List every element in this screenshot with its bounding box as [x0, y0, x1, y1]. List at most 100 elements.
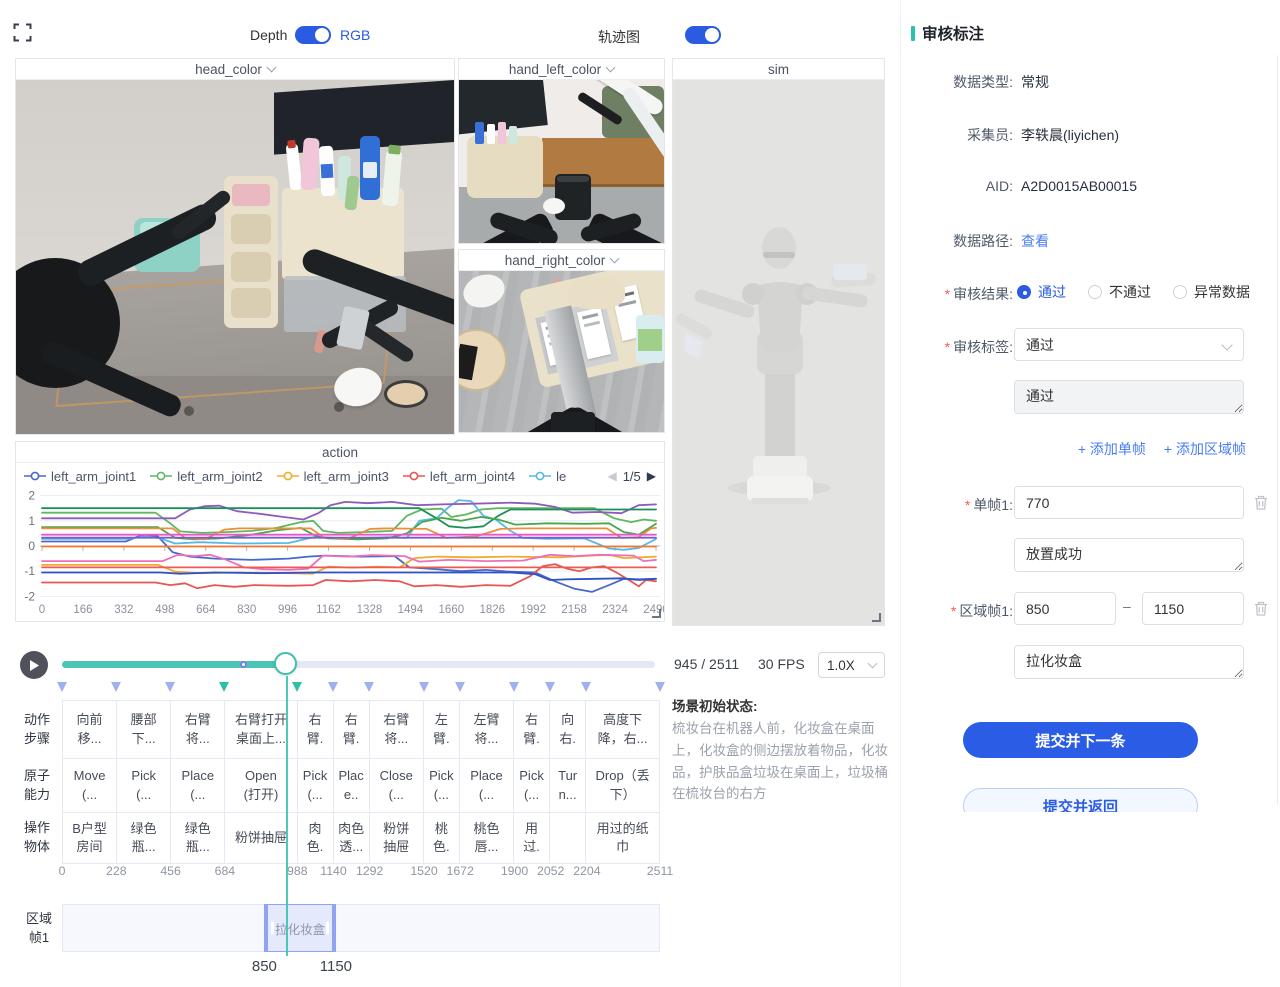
step-cell[interactable]: 高度下 降，右...: [586, 701, 659, 758]
step-cell[interactable]: 用过的纸 巾: [586, 813, 659, 863]
play-button[interactable]: [20, 651, 48, 679]
step-cell[interactable]: Drop（丢 下）: [586, 759, 659, 812]
step-cell[interactable]: 肉 色.: [298, 813, 334, 863]
region-frame-row-label: 区域 帧1: [16, 904, 62, 952]
legend-item[interactable]: left_arm_joint3: [277, 469, 389, 484]
region-end-input[interactable]: [1142, 592, 1244, 625]
region-frame-bar[interactable]: 拉化妆盒: [62, 904, 660, 952]
data-type-value: 常规: [1021, 72, 1049, 92]
step-cell[interactable]: 右 臂.: [298, 701, 334, 758]
review-result-option[interactable]: 不通过: [1088, 282, 1151, 302]
step-cell[interactable]: 粉饼 抽屉: [370, 813, 424, 863]
hand-right-title: hand_right_color: [505, 253, 606, 268]
step-cell[interactable]: Move (...: [63, 759, 117, 812]
step-cell[interactable]: 右臂 将...: [171, 701, 225, 758]
timeline-marker[interactable]: [364, 682, 374, 692]
timeline-marker[interactable]: [545, 682, 555, 692]
single-frame-note[interactable]: 放置成功: [1014, 538, 1244, 572]
submit-back-button[interactable]: 提交并返回: [963, 788, 1198, 812]
progress-handle[interactable]: [274, 652, 297, 675]
step-cell[interactable]: Close (...: [370, 759, 424, 812]
cream-scoop: [567, 277, 625, 309]
review-tag-note[interactable]: 通过: [1014, 380, 1244, 414]
legend-item[interactable]: left_arm_joint1: [24, 469, 136, 484]
add-single-frame-link[interactable]: + 添加单帧: [1078, 439, 1146, 459]
timeline-marker[interactable]: [581, 682, 591, 692]
region-frame-note[interactable]: 拉化妆盒: [1014, 645, 1244, 679]
progress-track[interactable]: [62, 661, 655, 668]
submit-next-button[interactable]: 提交并下一条: [963, 722, 1198, 758]
step-cell[interactable]: 肉色 透...: [334, 813, 370, 863]
data-path-view-link[interactable]: 查看: [1021, 231, 1049, 251]
legend-prev-icon[interactable]: ◀: [607, 469, 616, 483]
review-result-label-text: 审核结果:: [953, 286, 1013, 302]
legend-label: left_arm_joint2: [177, 469, 262, 484]
step-cell[interactable]: Pick (...: [424, 759, 460, 812]
legend-item[interactable]: left_arm_joint2: [150, 469, 262, 484]
step-cell[interactable]: 向 右.: [550, 701, 586, 758]
resize-handle[interactable]: [652, 609, 661, 618]
timeline-marker[interactable]: [655, 682, 665, 692]
add-region-frame-link[interactable]: + 添加区域帧: [1164, 439, 1246, 459]
legend-item[interactable]: left_arm_joint4: [403, 469, 515, 484]
region-segment-handle-right[interactable]: [326, 922, 329, 935]
step-cell[interactable]: [550, 813, 586, 863]
timeline-section: 945 / 2511 30 FPS 1.0X 动作 步骤 原子 能力 操作 物体…: [0, 640, 900, 987]
review-result-option[interactable]: 通过: [1017, 282, 1066, 302]
timeline-marker[interactable]: [165, 682, 175, 692]
step-cell[interactable]: Pick (...: [514, 759, 550, 812]
delete-single-frame-icon[interactable]: [1253, 494, 1269, 511]
single-frame-input[interactable]: [1014, 486, 1244, 519]
region-segment-label: 拉化妆盒: [275, 919, 325, 938]
required-asterisk: *: [965, 497, 970, 513]
region-frame-segment[interactable]: 拉化妆盒: [264, 904, 335, 952]
step-cell[interactable]: 绿色 瓶...: [171, 813, 225, 863]
timeline-marker[interactable]: [455, 682, 465, 692]
timeline-marker[interactable]: [419, 682, 429, 692]
timeline-marker[interactable]: [57, 682, 67, 692]
step-cell[interactable]: 用 过.: [514, 813, 550, 863]
step-cell[interactable]: 右 臂.: [334, 701, 370, 758]
step-cell[interactable]: Place (...: [460, 759, 514, 812]
legend-next-icon[interactable]: ▶: [647, 469, 656, 483]
x-tick-label: 1162: [316, 604, 341, 616]
timeline-marker[interactable]: [219, 682, 229, 692]
step-cell[interactable]: 向前 移...: [63, 701, 117, 758]
timeline-marker[interactable]: [292, 682, 302, 692]
review-result-option[interactable]: 异常数据: [1173, 282, 1250, 302]
hand-left-selector[interactable]: hand_left_color: [459, 59, 664, 80]
head-camera-selector[interactable]: head_color: [16, 59, 454, 80]
timeline-marker[interactable]: [111, 682, 121, 692]
step-cell[interactable]: 左 臂.: [424, 701, 460, 758]
timeline-marker[interactable]: [509, 682, 519, 692]
region-segment-handle-left[interactable]: [271, 922, 274, 935]
step-cell[interactable]: Pick (...: [117, 759, 171, 812]
fullscreen-icon[interactable]: [13, 23, 32, 42]
speed-select[interactable]: 1.0X: [818, 652, 885, 678]
step-cell[interactable]: 右臂 将...: [370, 701, 424, 758]
legend-item[interactable]: le: [529, 469, 566, 484]
hand-right-video: [459, 271, 664, 432]
step-cell[interactable]: 右 臂.: [514, 701, 550, 758]
region-start-input[interactable]: [1014, 592, 1116, 625]
trajectory-toggle[interactable]: [685, 26, 721, 44]
required-asterisk: *: [951, 603, 956, 619]
step-cell[interactable]: Tur n...: [550, 759, 586, 812]
step-cell[interactable]: 左臂 将...: [460, 701, 514, 758]
depth-rgb-toggle[interactable]: [295, 26, 331, 44]
hand-right-selector[interactable]: hand_right_color: [459, 250, 664, 271]
radio-icon: [1088, 285, 1102, 299]
step-cell[interactable]: Place (...: [171, 759, 225, 812]
resize-handle[interactable]: [872, 613, 881, 622]
step-cell[interactable]: 桃色 唇...: [460, 813, 514, 863]
delete-region-frame-icon[interactable]: [1253, 600, 1269, 617]
required-asterisk: *: [945, 339, 950, 355]
step-cell[interactable]: Pick (...: [298, 759, 334, 812]
step-cell[interactable]: B户型 房间: [63, 813, 117, 863]
step-cell[interactable]: 绿色 瓶...: [117, 813, 171, 863]
step-cell[interactable]: 腰部 下...: [117, 701, 171, 758]
step-cell[interactable]: Plac e..: [334, 759, 370, 812]
review-tag-select[interactable]: 通过: [1014, 328, 1244, 361]
timeline-marker[interactable]: [328, 682, 338, 692]
step-cell[interactable]: 桃 色.: [424, 813, 460, 863]
